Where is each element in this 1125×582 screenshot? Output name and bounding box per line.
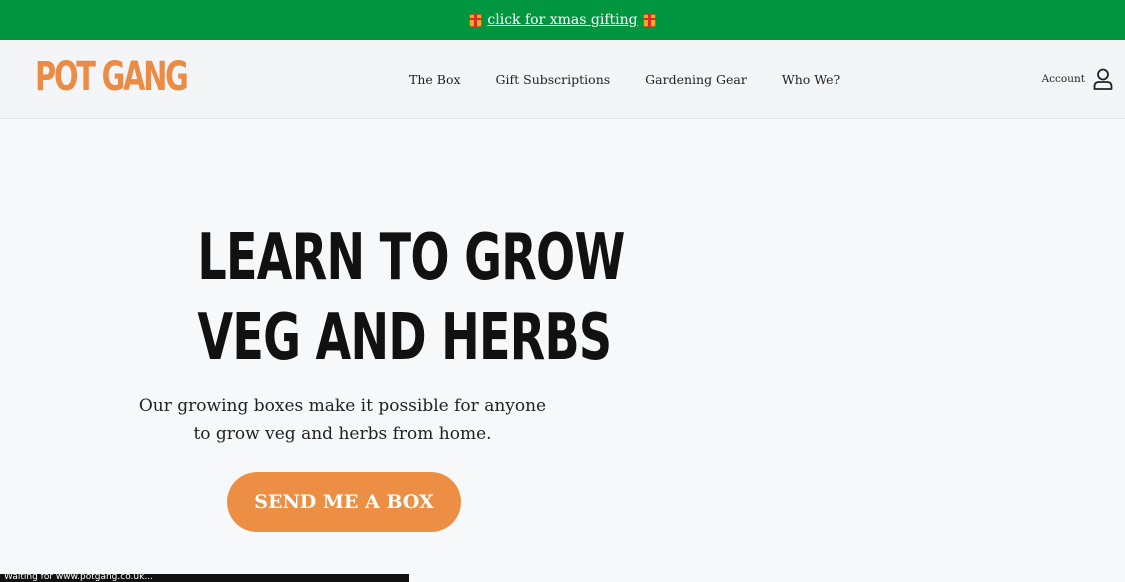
- hero-title-line-1: LEARN TO GROW: [197, 221, 625, 295]
- announcement-bar: click for xmas gifting: [0, 0, 1125, 40]
- account-link[interactable]: Account: [1042, 68, 1113, 90]
- nav-item-the-box[interactable]: The Box: [409, 72, 461, 87]
- site-logo[interactable]: POT GANG: [35, 54, 189, 100]
- user-icon: [1093, 68, 1113, 90]
- hero-title: LEARN TO GROW VEG AND HERBS: [197, 218, 625, 378]
- status-text: Waiting for www.potgang.co.uk...: [4, 574, 153, 582]
- hero-title-line-2: VEG AND HERBS: [197, 301, 612, 375]
- main-nav: The Box Gift Subscriptions Gardening Gea…: [409, 72, 840, 87]
- gift-icon: [642, 13, 656, 27]
- send-me-a-box-button[interactable]: SEND ME A BOX: [227, 472, 461, 532]
- hero-subtitle-line-2: to grow veg and herbs from home.: [193, 424, 492, 444]
- xmas-gifting-link[interactable]: click for xmas gifting: [487, 12, 637, 28]
- site-header: POT GANG The Box Gift Subscriptions Gard…: [0, 40, 1125, 119]
- account-label: Account: [1041, 73, 1085, 85]
- hero-subtitle-line-1: Our growing boxes make it possible for a…: [138, 396, 547, 416]
- browser-status-bar: Waiting for www.potgang.co.uk...: [0, 574, 409, 582]
- gift-icon: [469, 13, 483, 27]
- nav-item-gift-subscriptions[interactable]: Gift Subscriptions: [496, 72, 611, 87]
- hero-subtitle: Our growing boxes make it possible for a…: [130, 392, 555, 448]
- nav-item-gardening-gear[interactable]: Gardening Gear: [645, 72, 747, 87]
- nav-item-who-we[interactable]: Who We?: [782, 72, 840, 87]
